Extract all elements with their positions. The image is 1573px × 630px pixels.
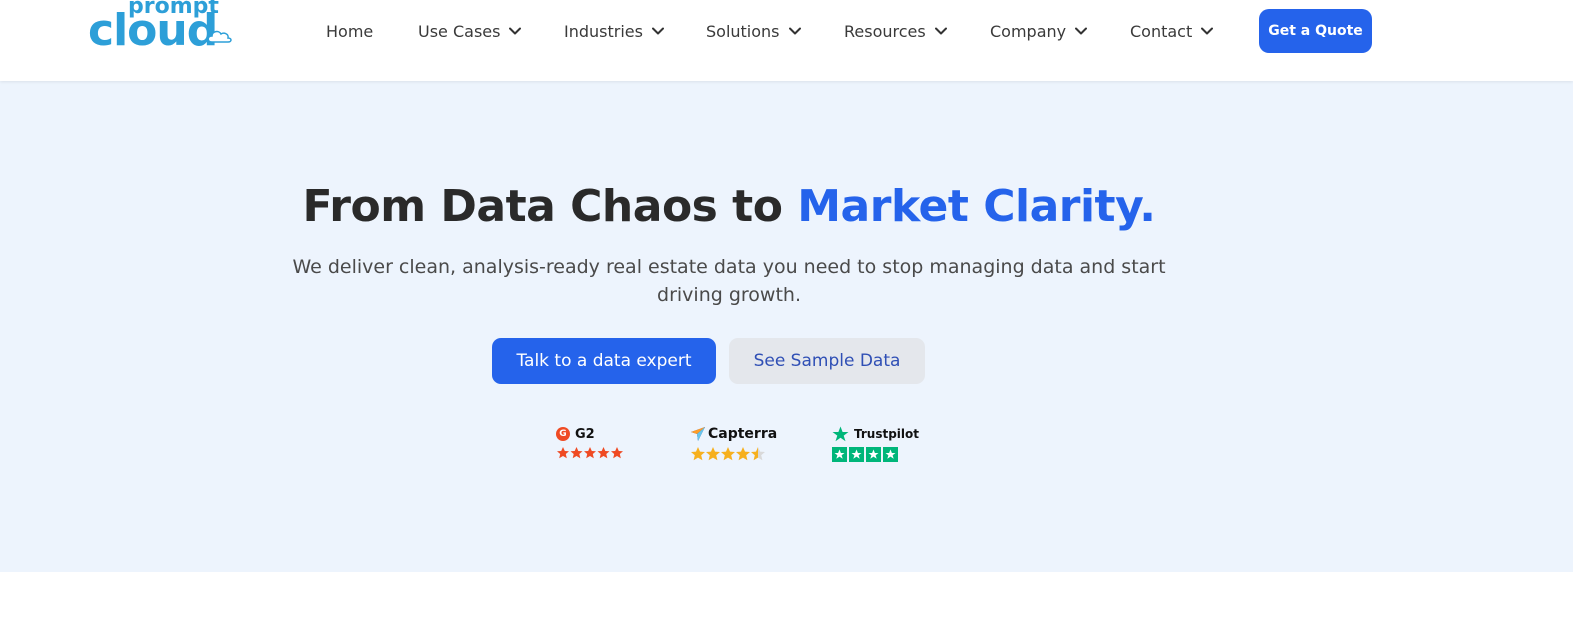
cloud-icon [207, 30, 232, 43]
nav-company[interactable]: Company [990, 19, 1088, 43]
chevron-down-icon [651, 27, 664, 35]
get-a-quote-button[interactable]: Get a Quote [1259, 9, 1372, 53]
hero-headline: From Data Chaos to Market Clarity. [0, 181, 1458, 232]
g2-label: G2 [575, 426, 595, 442]
g2-stars-icon [557, 447, 623, 459]
hero-headline-main: From Data Chaos to [302, 181, 798, 232]
page-below-hero [0, 572, 1573, 630]
trustpilot-stars-icon [832, 447, 919, 462]
nav-industries-label: Industries [564, 21, 643, 41]
capterra-review-badge[interactable]: Capterra [690, 425, 777, 465]
talk-to-expert-button[interactable]: Talk to a data expert [492, 338, 716, 384]
trustpilot-star-icon [832, 426, 849, 442]
nav-company-label: Company [990, 21, 1067, 41]
nav-resources-label: Resources [844, 21, 926, 41]
capterra-label: Capterra [708, 426, 778, 442]
capterra-logo-icon [691, 427, 705, 441]
see-sample-data-button[interactable]: See Sample Data [729, 338, 925, 384]
nav-home[interactable]: Home [326, 19, 373, 43]
nav-solutions[interactable]: Solutions [706, 19, 801, 43]
g2-review-badge[interactable]: G G2 [556, 425, 626, 465]
hero-section: From Data Chaos to Market Clarity. We de… [0, 81, 1573, 572]
chevron-down-icon [1075, 27, 1088, 35]
nav-solutions-label: Solutions [706, 21, 780, 41]
nav-use-cases[interactable]: Use Cases [418, 19, 522, 43]
trustpilot-review-badge[interactable]: Trustpilot [832, 425, 919, 465]
chevron-down-icon [509, 27, 522, 35]
nav-contact-label: Contact [1130, 21, 1193, 41]
site-header: prompt cloud Home Use Cases Industries S… [0, 0, 1573, 81]
nav-industries[interactable]: Industries [564, 19, 664, 43]
nav-contact[interactable]: Contact [1130, 19, 1214, 43]
hero-subtext: We deliver clean, analysis-ready real es… [292, 256, 1166, 306]
promptcloud-logo[interactable]: prompt cloud [88, 0, 238, 60]
nav-use-cases-label: Use Cases [418, 21, 501, 41]
capterra-stars-icon [691, 447, 765, 461]
trustpilot-label: Trustpilot [854, 427, 920, 441]
chevron-down-icon [788, 27, 801, 35]
g2-logo-icon: G [556, 427, 570, 441]
nav-resources[interactable]: Resources [844, 19, 947, 43]
chevron-down-icon [1201, 27, 1214, 35]
chevron-down-icon [934, 27, 947, 35]
logo-cloud-text: cloud [88, 5, 218, 56]
hero-headline-accent: Market Clarity. [797, 181, 1156, 232]
nav-home-label: Home [326, 21, 374, 41]
